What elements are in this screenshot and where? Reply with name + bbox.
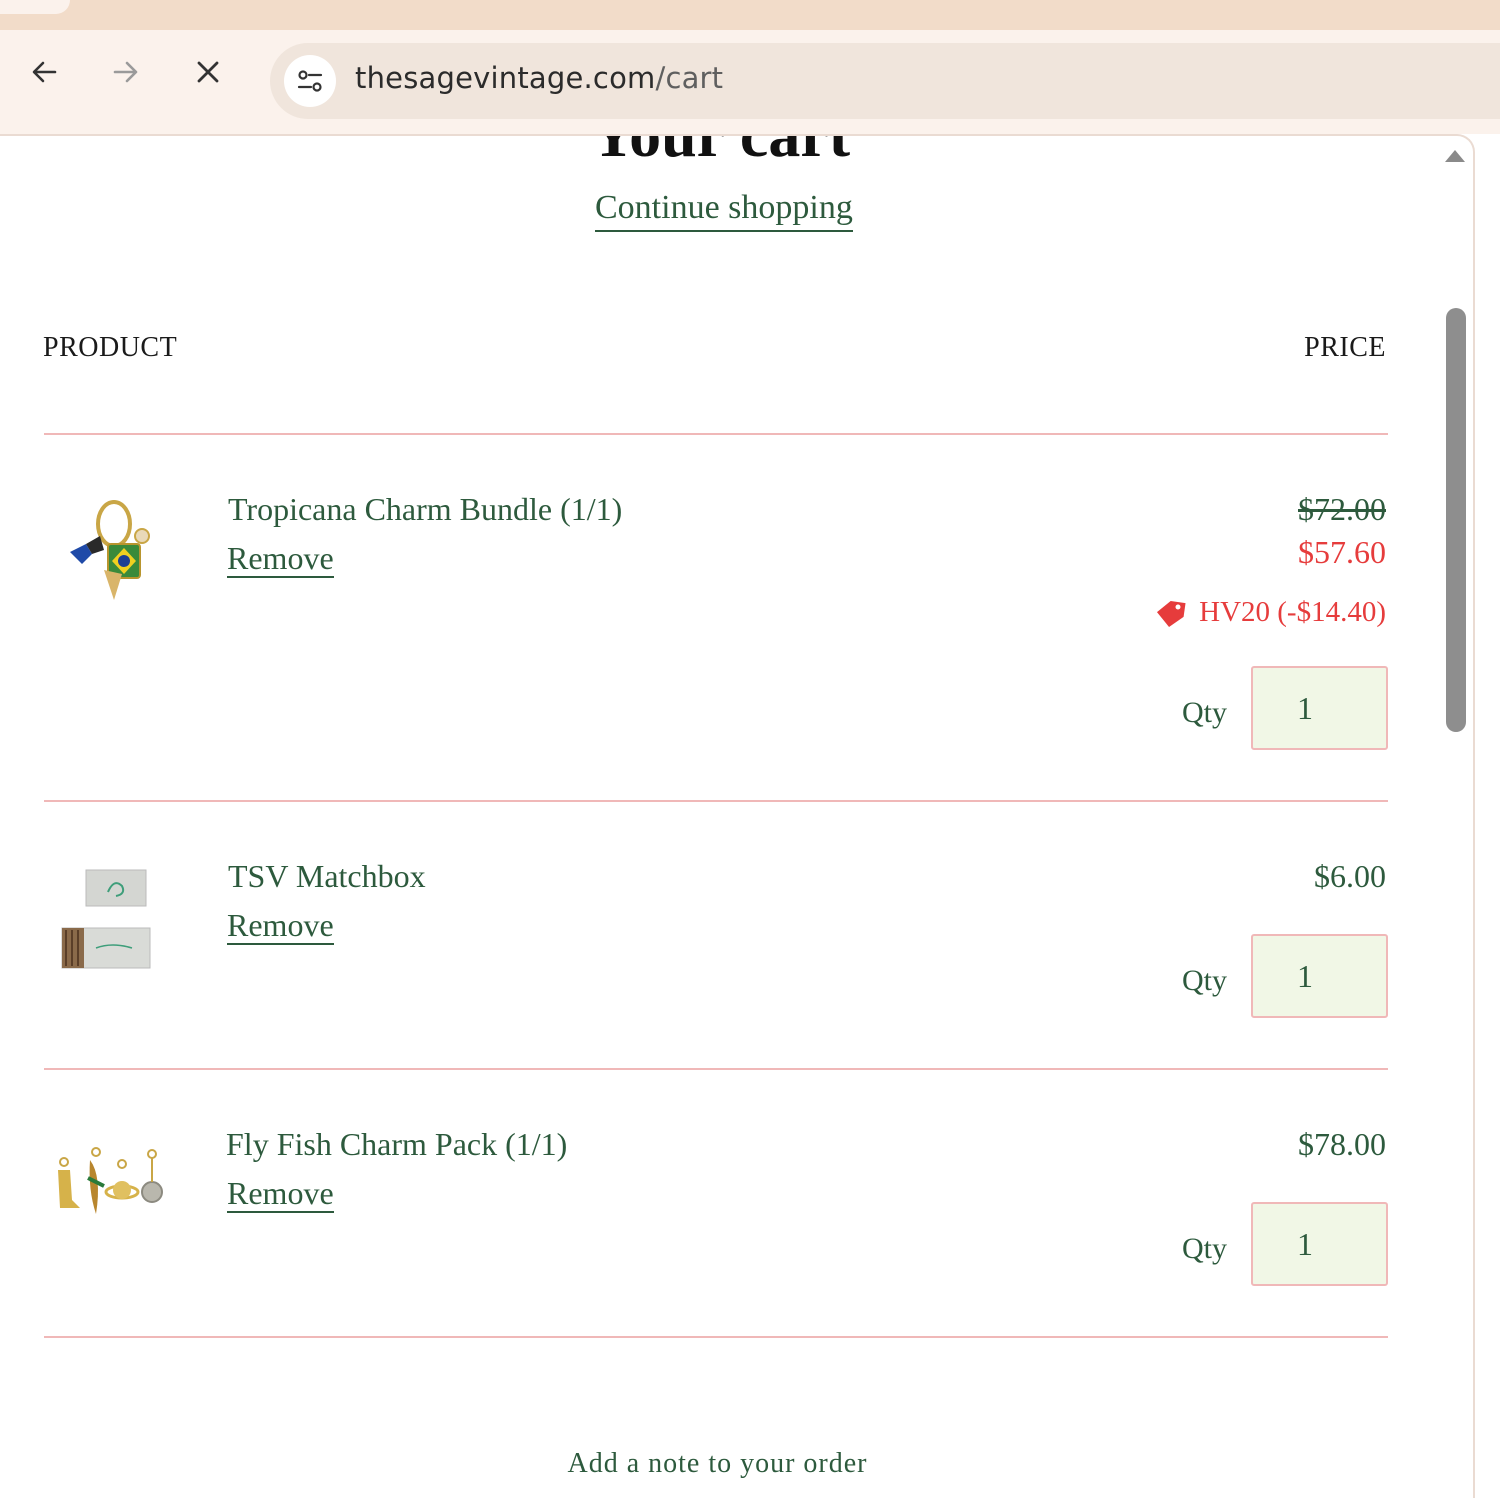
stop-loading-button[interactable]: [186, 50, 230, 94]
sale-price: $57.60: [1298, 534, 1386, 570]
arrow-left-icon: [32, 61, 57, 83]
page-viewport: Your cart Continue shopping PRODUCT PRIC…: [0, 134, 1475, 1498]
active-tab[interactable]: [0, 0, 70, 14]
remove-item-button[interactable]: Remove: [227, 907, 334, 945]
quantity-input[interactable]: [1251, 1202, 1388, 1286]
url-host: thesagevintage.com: [355, 61, 656, 95]
product-image-fly-fish-charm-pack[interactable]: [50, 1126, 170, 1246]
scrollbar-thumb[interactable]: [1446, 308, 1466, 732]
tune-icon: [297, 70, 323, 92]
page-title: Your cart: [589, 134, 851, 170]
url-text: thesagevintage.com/cart: [355, 61, 723, 95]
forward-button[interactable]: [104, 50, 148, 94]
divider: [44, 433, 1388, 435]
item-price: $78.00: [1298, 1126, 1386, 1162]
qty-label: Qty: [1182, 964, 1227, 997]
remove-item-button[interactable]: Remove: [227, 540, 334, 578]
close-icon: [197, 61, 219, 83]
product-image-tsv-matchbox[interactable]: [52, 856, 172, 976]
product-image-tropicana-charm-bundle[interactable]: [52, 488, 172, 608]
tag-icon: [1157, 600, 1186, 627]
divider: [44, 1336, 1388, 1338]
remove-item-button[interactable]: Remove: [227, 1175, 334, 1213]
cart-item-name[interactable]: Fly Fish Charm Pack (1/1): [226, 1126, 567, 1163]
qty-label: Qty: [1182, 1232, 1227, 1265]
site-info-button[interactable]: [284, 55, 336, 107]
cart-item-name[interactable]: Tropicana Charm Bundle (1/1): [228, 491, 622, 528]
column-header-price: PRICE: [1304, 332, 1386, 363]
add-order-note-link[interactable]: Add a note to your order: [0, 1448, 1435, 1480]
address-bar[interactable]: thesagevintage.com/cart: [270, 43, 1500, 119]
quantity-input[interactable]: [1251, 934, 1388, 1018]
item-price: $6.00: [1314, 858, 1386, 894]
discount-code: HV20 (-$14.40): [1199, 596, 1386, 628]
scroll-up-arrow-icon[interactable]: [1445, 150, 1465, 162]
divider: [44, 800, 1388, 802]
qty-label: Qty: [1182, 696, 1227, 729]
discount-badge: HV20 (-$14.40): [1153, 596, 1386, 629]
arrow-right-icon: [113, 61, 138, 83]
back-button[interactable]: [22, 50, 66, 94]
tab-strip: [0, 0, 1500, 30]
continue-shopping-link[interactable]: Continue shopping: [595, 188, 853, 232]
original-price: $72.00: [1298, 491, 1386, 527]
column-header-product: PRODUCT: [43, 332, 178, 363]
cart-item-name[interactable]: TSV Matchbox: [228, 858, 426, 895]
url-path: /cart: [655, 61, 724, 95]
divider: [44, 1068, 1388, 1070]
quantity-input[interactable]: [1251, 666, 1388, 750]
